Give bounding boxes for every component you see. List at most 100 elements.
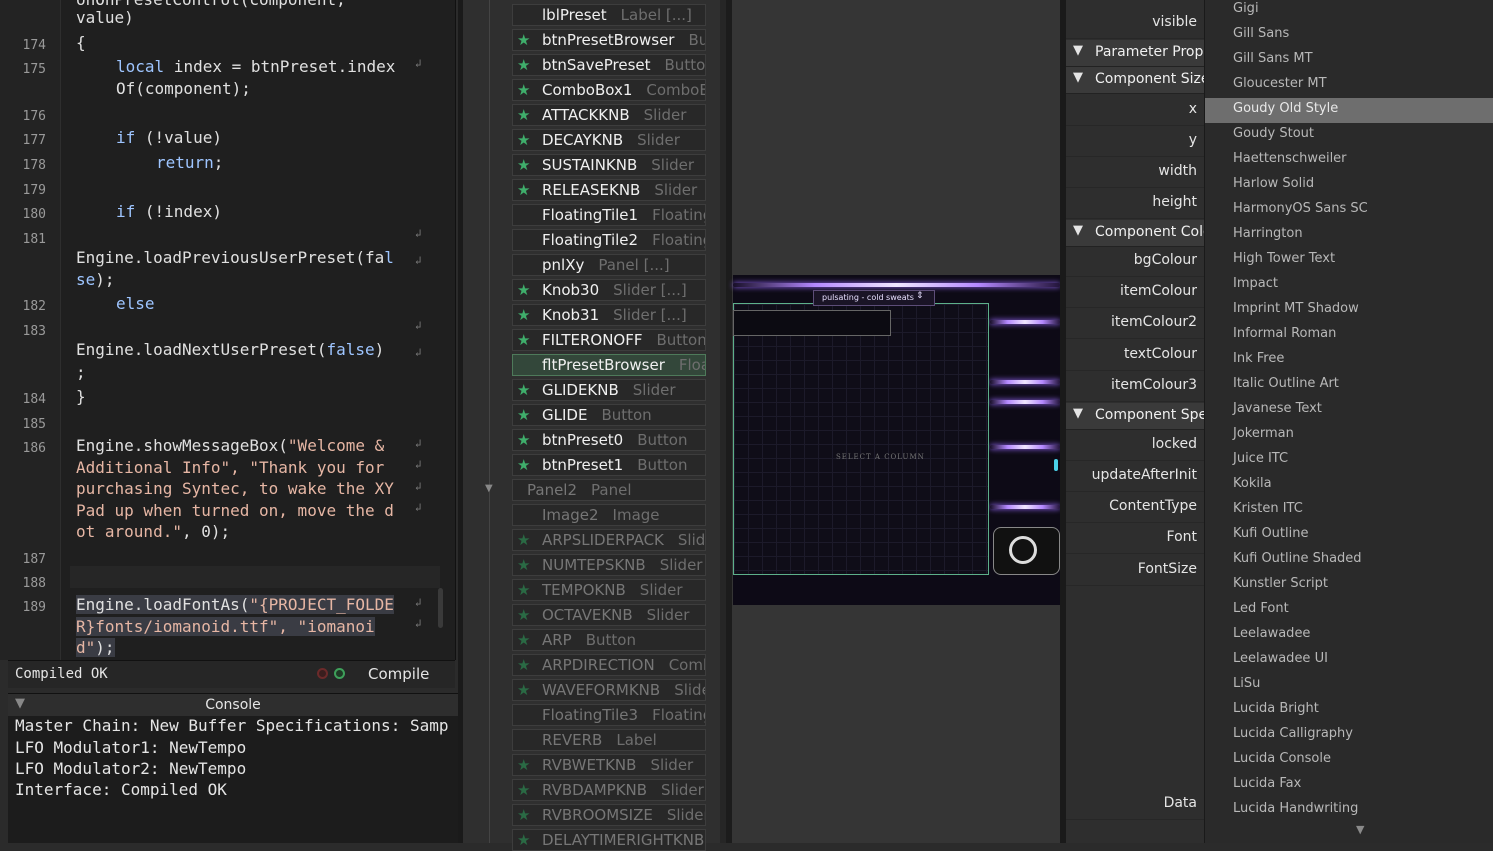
editor-scrollbar[interactable] bbox=[438, 588, 443, 628]
font-option[interactable]: Impact bbox=[1205, 273, 1493, 298]
property-row[interactable]: ContentType bbox=[1066, 492, 1204, 523]
knob-icon[interactable] bbox=[1009, 536, 1037, 564]
property-row[interactable]: textColour bbox=[1066, 340, 1204, 371]
font-option[interactable]: Juice ITC bbox=[1205, 448, 1493, 473]
tree-item[interactable]: ★ Knob31 Slider [...] bbox=[512, 304, 706, 326]
font-option[interactable]: Lucida Bright bbox=[1205, 698, 1493, 723]
font-option[interactable]: LiSu bbox=[1205, 673, 1493, 698]
font-option[interactable]: Leelawadee bbox=[1205, 623, 1493, 648]
tree-item[interactable]: ★ ATTACKKNB Slider bbox=[512, 104, 706, 126]
scroll-down-arrow-icon[interactable]: ▼ bbox=[1356, 823, 1364, 836]
property-row[interactable]: Data bbox=[1066, 789, 1204, 820]
property-row[interactable]: bgColour bbox=[1066, 246, 1204, 277]
tree-item[interactable]: fltPresetBrowser Float bbox=[512, 354, 706, 376]
tree-item[interactable]: Image2 Image bbox=[512, 504, 706, 526]
code-editor[interactable]: onOnPresetControl(component, value) 174{… bbox=[0, 0, 456, 660]
tree-item[interactable]: ★ ARPSLIDERPACK Slide bbox=[512, 529, 706, 551]
tree-item[interactable]: FloatingTile2 FloatingT bbox=[512, 229, 706, 251]
expand-triangle-icon[interactable]: ▼ bbox=[485, 483, 493, 494]
font-option[interactable]: Harlow Solid bbox=[1205, 173, 1493, 198]
tree-item[interactable]: ★ TEMPOKNB Slider bbox=[512, 579, 706, 601]
property-section-header[interactable]: ▼ Component Size bbox=[1066, 67, 1204, 94]
font-option[interactable]: Lucida Calligraphy bbox=[1205, 723, 1493, 748]
collapse-triangle-icon[interactable]: ▼ bbox=[1073, 406, 1083, 421]
font-option[interactable]: Imprint MT Shadow bbox=[1205, 298, 1493, 323]
tree-item[interactable]: ★ FILTERONOFF Button bbox=[512, 329, 706, 351]
font-option[interactable]: Javanese Text bbox=[1205, 398, 1493, 423]
up-down-arrows-icon[interactable]: ⇕ bbox=[916, 291, 924, 301]
font-option[interactable]: Leelawadee UI bbox=[1205, 648, 1493, 673]
tree-item[interactable]: ★ RVBWETKNB Slider bbox=[512, 754, 706, 776]
property-section-header[interactable]: ▼ Parameter Properties bbox=[1066, 40, 1204, 67]
tree-item[interactable]: ★ ComboBox1 ComboBo bbox=[512, 79, 706, 101]
tree-item[interactable]: ★ btnPresetBrowser Butt bbox=[512, 29, 706, 51]
preset-search-field[interactable] bbox=[733, 310, 891, 336]
property-row[interactable]: height bbox=[1066, 188, 1204, 219]
property-row[interactable]: Font bbox=[1066, 523, 1204, 554]
property-row[interactable]: FontSize bbox=[1066, 555, 1204, 586]
font-option[interactable]: Kunstler Script bbox=[1205, 573, 1493, 598]
property-section-header[interactable]: ▼ Component Colours bbox=[1066, 220, 1204, 247]
tree-item[interactable]: lblPreset Label [...] bbox=[512, 4, 706, 26]
property-row[interactable]: itemColour2 bbox=[1066, 308, 1204, 339]
tree-item[interactable]: ★ DECAYKNB Slider bbox=[512, 129, 706, 151]
tree-item[interactable]: ★ RVBDAMPKNB Slider bbox=[512, 779, 706, 801]
font-option[interactable]: Goudy Old Style bbox=[1205, 98, 1493, 123]
collapse-triangle-icon[interactable]: ▼ bbox=[1073, 223, 1083, 238]
font-option[interactable]: Gill Sans MT bbox=[1205, 48, 1493, 73]
compile-button[interactable]: Compile bbox=[368, 665, 429, 683]
property-row[interactable]: locked bbox=[1066, 430, 1204, 461]
console-header[interactable]: ▼ Console bbox=[8, 693, 458, 716]
tree-item[interactable]: ★ btnPreset0 Button bbox=[512, 429, 706, 451]
font-option[interactable]: Kristen ITC bbox=[1205, 498, 1493, 523]
property-row[interactable]: itemColour3 bbox=[1066, 371, 1204, 402]
property-row[interactable]: y bbox=[1066, 126, 1204, 157]
font-option[interactable]: Lucida Handwriting bbox=[1205, 798, 1493, 823]
property-row[interactable]: visible bbox=[1066, 8, 1204, 39]
collapse-triangle-icon[interactable]: ▼ bbox=[1073, 70, 1083, 85]
font-option[interactable]: Kufi Outline bbox=[1205, 523, 1493, 548]
tree-item[interactable]: ★ RELEASEKNB Slider bbox=[512, 179, 706, 201]
font-option[interactable]: Jokerman bbox=[1205, 423, 1493, 448]
font-option[interactable]: HarmonyOS Sans SC bbox=[1205, 198, 1493, 223]
tree-item[interactable]: ★ DELAYTIMERIGHTKNB bbox=[512, 829, 706, 851]
tree-item[interactable]: pnlXy Panel [...] bbox=[512, 254, 706, 276]
tree-item[interactable]: ★ GLIDE Button bbox=[512, 404, 706, 426]
tree-item[interactable]: ★ NUMTEPSKNB Slider bbox=[512, 554, 706, 576]
tree-item[interactable]: ★ SUSTAINKNB Slider bbox=[512, 154, 706, 176]
tree-item[interactable]: ★ OCTAVEKNB Slider bbox=[512, 604, 706, 626]
tree-item[interactable]: FloatingTile1 FloatingT bbox=[512, 204, 706, 226]
font-option[interactable]: Gloucester MT bbox=[1205, 73, 1493, 98]
console-output[interactable]: Master Chain: New Buffer Specifications:… bbox=[8, 716, 458, 843]
font-option[interactable]: Gigi bbox=[1205, 0, 1493, 23]
property-row[interactable]: itemColour bbox=[1066, 277, 1204, 308]
tree-item[interactable]: ★ RVBROOMSIZE Slider bbox=[512, 804, 706, 826]
font-option[interactable]: Gill Sans bbox=[1205, 23, 1493, 48]
tree-item[interactable]: ★ WAVEFORMKNB Slide bbox=[512, 679, 706, 701]
tree-item[interactable]: FloatingTile3 FloatingT bbox=[512, 704, 706, 726]
font-option[interactable]: Lucida Fax bbox=[1205, 773, 1493, 798]
font-option[interactable]: Ink Free bbox=[1205, 348, 1493, 373]
font-option[interactable]: High Tower Text bbox=[1205, 248, 1493, 273]
tree-item[interactable]: Panel2 Panel bbox=[512, 479, 706, 501]
property-row[interactable]: width bbox=[1066, 157, 1204, 188]
property-row[interactable]: updateAfterInit bbox=[1066, 461, 1204, 492]
font-option[interactable]: Informal Roman bbox=[1205, 323, 1493, 348]
font-option[interactable]: Goudy Stout bbox=[1205, 123, 1493, 148]
font-option[interactable]: Led Font bbox=[1205, 598, 1493, 623]
font-option[interactable]: Italic Outline Art bbox=[1205, 373, 1493, 398]
collapse-triangle-icon[interactable]: ▼ bbox=[1073, 43, 1083, 58]
font-option[interactable]: Haettenschweiler bbox=[1205, 148, 1493, 173]
tree-item[interactable]: ★ Knob30 Slider [...] bbox=[512, 279, 706, 301]
tree-item[interactable]: ★ btnSavePreset Button bbox=[512, 54, 706, 76]
preset-browser-tile[interactable] bbox=[733, 303, 989, 575]
property-section-header[interactable]: ▼ Component Specific bbox=[1066, 403, 1204, 430]
tree-item[interactable]: ★ ARPDIRECTION Comb bbox=[512, 654, 706, 676]
font-option[interactable]: Kokila bbox=[1205, 473, 1493, 498]
tree-item[interactable]: ★ ARP Button bbox=[512, 629, 706, 651]
font-option[interactable]: Lucida Console bbox=[1205, 748, 1493, 773]
tree-item[interactable]: ★ btnPreset1 Button bbox=[512, 454, 706, 476]
tree-item[interactable]: REVERB Label bbox=[512, 729, 706, 751]
font-option[interactable]: Kufi Outline Shaded bbox=[1205, 548, 1493, 573]
tree-item[interactable]: ★ GLIDEKNB Slider bbox=[512, 379, 706, 401]
